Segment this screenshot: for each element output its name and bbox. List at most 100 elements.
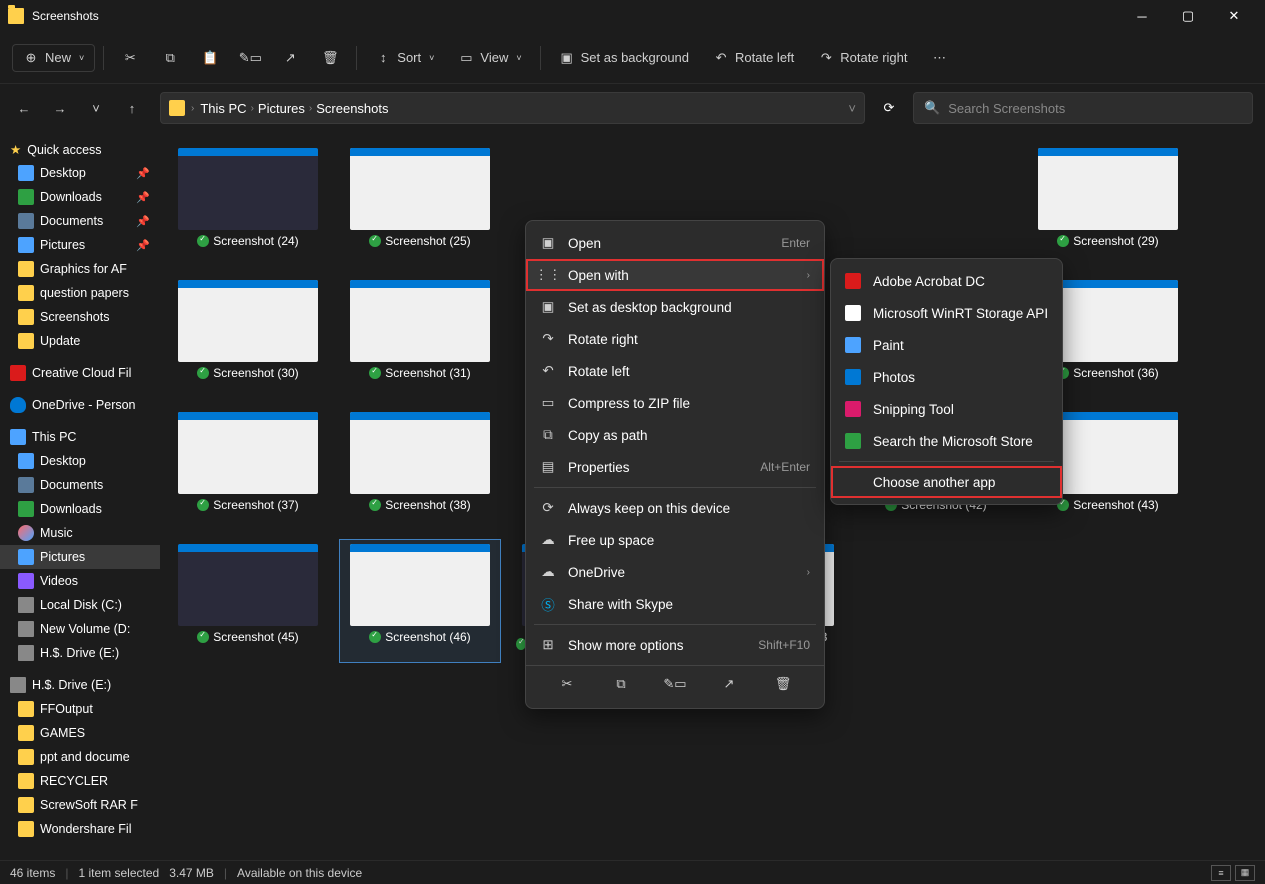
rotate-right-button[interactable]: ↷ Rotate right — [808, 44, 917, 72]
sidebar-screenshots[interactable]: Screenshots — [0, 305, 160, 329]
cut-button[interactable]: ✂ — [557, 674, 577, 694]
label: Search the Microsoft Store — [873, 434, 1033, 449]
ctx-compress[interactable]: ▭Compress to ZIP file — [526, 387, 824, 419]
ctx-onedrive[interactable]: ☁OneDrive› — [526, 556, 824, 588]
sidebar-this-pc[interactable]: This PC — [0, 425, 160, 449]
label: Documents — [40, 478, 103, 492]
ctx-open-with[interactable]: ⋮⋮Open with› — [526, 259, 824, 291]
sidebar-question[interactable]: question papers — [0, 281, 160, 305]
sidebar-music[interactable]: Music — [0, 521, 160, 545]
rename-button[interactable]: ✎▭ — [665, 674, 685, 694]
file-item[interactable]: Screenshot (29) — [1028, 144, 1188, 252]
forward-button[interactable]: → — [48, 96, 72, 120]
ctx-free-up[interactable]: ☁Free up space — [526, 524, 824, 556]
new-button[interactable]: ⊕ New ˅ — [12, 44, 95, 72]
copy-button[interactable]: ⧉ — [152, 44, 188, 72]
sidebar-desktop2[interactable]: Desktop — [0, 449, 160, 473]
sort-button[interactable]: ↕ Sort ˅ — [365, 44, 444, 72]
icons-view-button[interactable]: ▦ — [1235, 865, 1255, 881]
divider — [839, 461, 1054, 462]
up-button[interactable]: ↑ — [120, 96, 144, 120]
chevron-down-icon[interactable]: ˅ — [848, 101, 856, 116]
open-with-submenu: Adobe Acrobat DC Microsoft WinRT Storage… — [830, 258, 1063, 505]
sub-photos[interactable]: Photos — [831, 361, 1062, 393]
sidebar-wondershare[interactable]: Wondershare Fil — [0, 817, 160, 841]
sidebar-hs-drive[interactable]: H.$. Drive (E:) — [0, 641, 160, 665]
ctx-copy-path[interactable]: ⧉Copy as path — [526, 419, 824, 451]
breadcrumb-pictures[interactable]: Pictures — [258, 101, 305, 116]
breadcrumb-pc[interactable]: This PC — [200, 101, 246, 116]
sidebar-creative-cloud[interactable]: Creative Cloud Fil — [0, 361, 160, 385]
paste-button[interactable]: 📋 — [192, 44, 228, 72]
file-item[interactable]: Screenshot (46) — [340, 540, 500, 662]
sidebar-local-disk[interactable]: Local Disk (C:) — [0, 593, 160, 617]
delete-button[interactable]: 🗑 — [773, 674, 793, 694]
file-item[interactable]: Screenshot (31) — [340, 276, 500, 384]
sub-choose-another[interactable]: Choose another app — [831, 466, 1062, 498]
sidebar-pictures2[interactable]: Pictures — [0, 545, 160, 569]
cut-button[interactable]: ✂ — [112, 44, 148, 72]
sidebar-ffoutput[interactable]: FFOutput — [0, 697, 160, 721]
ctx-properties[interactable]: ▤PropertiesAlt+Enter — [526, 451, 824, 483]
file-item[interactable]: Screenshot (45) — [168, 540, 328, 662]
details-view-button[interactable]: ≡ — [1211, 865, 1231, 881]
delete-button[interactable]: 🗑 — [312, 44, 348, 72]
breadcrumb-screenshots[interactable]: Screenshots — [316, 101, 388, 116]
recent-button[interactable]: ˅ — [84, 96, 108, 120]
ctx-show-more[interactable]: ⊞Show more optionsShift+F10 — [526, 629, 824, 661]
sub-store[interactable]: Search the Microsoft Store — [831, 425, 1062, 457]
maximize-button[interactable]: ▢ — [1165, 0, 1211, 32]
address-bar[interactable]: › This PC › Pictures › Screenshots ˅ — [160, 92, 865, 124]
sidebar-ppt[interactable]: ppt and docume — [0, 745, 160, 769]
sidebar-documents2[interactable]: Documents — [0, 473, 160, 497]
sub-winrt[interactable]: Microsoft WinRT Storage API — [831, 297, 1062, 329]
divider — [356, 46, 357, 70]
sidebar-recycler[interactable]: RECYCLER — [0, 769, 160, 793]
more-button[interactable]: ⋯ — [921, 44, 957, 72]
sidebar-games[interactable]: GAMES — [0, 721, 160, 745]
chevron-right-icon: › — [251, 103, 254, 114]
sync-icon — [369, 367, 381, 379]
sub-snipping[interactable]: Snipping Tool — [831, 393, 1062, 425]
sidebar-quick-access[interactable]: ★Quick access — [0, 138, 160, 161]
set-background-button[interactable]: ▣ Set as background — [549, 44, 699, 72]
copy-button[interactable]: ⧉ — [611, 674, 631, 694]
rotate-left-button[interactable]: ↶ Rotate left — [703, 44, 804, 72]
file-label: Screenshot (38) — [369, 498, 470, 512]
file-item[interactable]: Screenshot (25) — [340, 144, 500, 252]
sidebar-hs-drive2[interactable]: H.$. Drive (E:) — [0, 673, 160, 697]
ctx-always-keep[interactable]: ⟳Always keep on this device — [526, 492, 824, 524]
file-item[interactable]: Screenshot (38) — [340, 408, 500, 516]
sidebar-videos[interactable]: Videos — [0, 569, 160, 593]
sidebar-documents[interactable]: Documents📌 — [0, 209, 160, 233]
sidebar-downloads[interactable]: Downloads📌 — [0, 185, 160, 209]
sidebar-desktop[interactable]: Desktop📌 — [0, 161, 160, 185]
ctx-skype[interactable]: ⓈShare with Skype — [526, 588, 824, 620]
file-item[interactable]: Screenshot (37) — [168, 408, 328, 516]
share-button[interactable]: ↗ — [272, 44, 308, 72]
file-item[interactable]: Screenshot (30) — [168, 276, 328, 384]
close-button[interactable]: ✕ — [1211, 0, 1257, 32]
sidebar-screwsoft[interactable]: ScrewSoft RAR F — [0, 793, 160, 817]
minimize-button[interactable]: ─ — [1119, 0, 1165, 32]
label: Choose another app — [873, 475, 995, 490]
ctx-open[interactable]: ▣OpenEnter — [526, 227, 824, 259]
sidebar-pictures[interactable]: Pictures📌 — [0, 233, 160, 257]
sidebar-onedrive[interactable]: OneDrive - Person — [0, 393, 160, 417]
back-button[interactable]: ← — [12, 96, 36, 120]
sidebar-graphics[interactable]: Graphics for AF — [0, 257, 160, 281]
ctx-rotate-right[interactable]: ↷Rotate right — [526, 323, 824, 355]
share-button[interactable]: ↗ — [719, 674, 739, 694]
sidebar-downloads2[interactable]: Downloads — [0, 497, 160, 521]
sub-paint[interactable]: Paint — [831, 329, 1062, 361]
rename-button[interactable]: ✎▭ — [232, 44, 268, 72]
file-item[interactable]: Screenshot (24) — [168, 144, 328, 252]
sub-acrobat[interactable]: Adobe Acrobat DC — [831, 265, 1062, 297]
view-button[interactable]: ▭ View ˅ — [448, 44, 531, 72]
ctx-rotate-left[interactable]: ↶Rotate left — [526, 355, 824, 387]
ctx-set-background[interactable]: ▣Set as desktop background — [526, 291, 824, 323]
refresh-button[interactable]: ⟳ — [873, 92, 905, 124]
sidebar-new-volume[interactable]: New Volume (D: — [0, 617, 160, 641]
sidebar-update[interactable]: Update — [0, 329, 160, 353]
search-input[interactable]: 🔍 Search Screenshots — [913, 92, 1253, 124]
